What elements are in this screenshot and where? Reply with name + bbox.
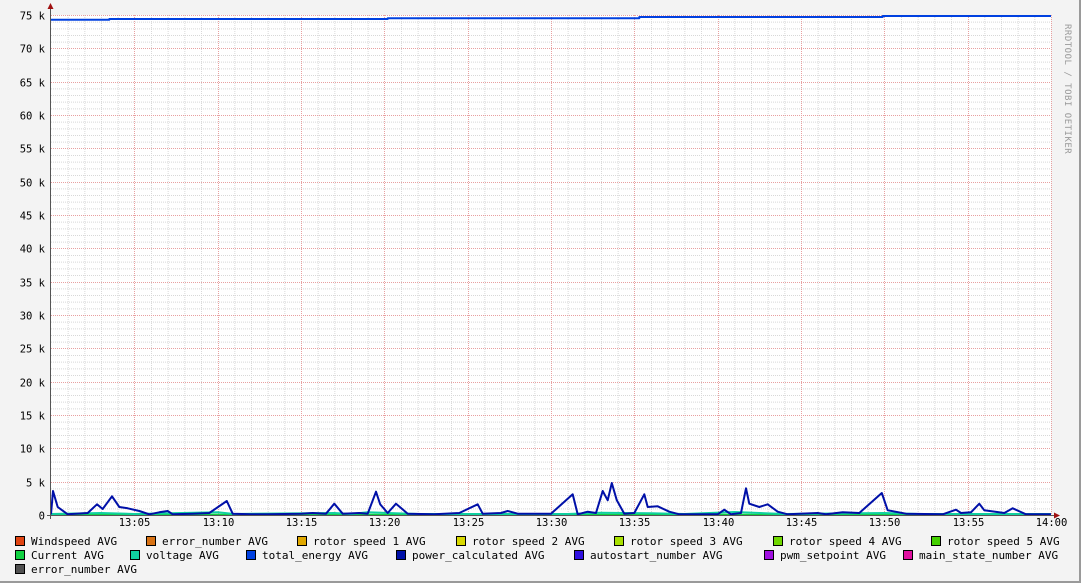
legend-label: rotor speed 5 AVG: [947, 535, 1060, 548]
legend-item: rotor speed 1 AVG: [297, 535, 426, 548]
legend-label: total_energy AVG: [262, 549, 368, 562]
x-tick-label: 13:20: [369, 517, 401, 529]
y-axis-arrow-icon: [47, 3, 54, 9]
y-tick-label: 0: [39, 511, 45, 523]
y-tick-label: 50 k: [20, 178, 46, 190]
legend-item: error_number AVG: [15, 563, 137, 576]
legend-item: rotor speed 5 AVG: [931, 535, 1060, 548]
legend-swatch: [15, 536, 25, 546]
y-tick-label: 65 k: [20, 78, 46, 90]
legend-swatch: [456, 536, 466, 546]
legend-item: error_number AVG: [146, 535, 268, 548]
x-tick-label: 13:35: [619, 517, 651, 529]
y-tick-label: 15 k: [20, 411, 46, 423]
y-tick-label: 20 k: [20, 378, 46, 390]
legend-label: pwm_setpoint AVG: [780, 549, 886, 562]
legend-swatch: [396, 550, 406, 560]
legend-label: Windspeed AVG: [31, 535, 118, 548]
x-tick-label: 13:40: [703, 517, 735, 529]
x-tick-label: 13:10: [203, 517, 235, 529]
legend-swatch: [15, 550, 25, 560]
legend-swatch: [931, 536, 941, 546]
legend-label: error_number AVG: [31, 563, 137, 576]
y-tick-label: 45 k: [20, 211, 46, 223]
y-tick-label: 25 k: [20, 344, 46, 356]
x-tick-label: 13:15: [286, 517, 318, 529]
x-tick-label: 14:00: [1036, 517, 1068, 529]
legend-label: autostart_number AVG: [590, 549, 723, 562]
y-tick-label: 70 k: [20, 44, 46, 56]
y-tick-label: 35 k: [20, 278, 46, 290]
y-tick-label: 10 k: [20, 444, 46, 456]
legend-item: total_energy AVG: [246, 549, 368, 562]
legend-swatch: [146, 536, 156, 546]
x-tick-label: 13:05: [119, 517, 151, 529]
legend-label: rotor speed 3 AVG: [630, 535, 743, 548]
x-tick-label: 13:25: [453, 517, 485, 529]
legend-swatch: [130, 550, 140, 560]
legend-swatch: [297, 536, 307, 546]
legend-label: power_calculated AVG: [412, 549, 545, 562]
legend-swatch: [574, 550, 584, 560]
y-tick-label: 30 k: [20, 311, 46, 323]
legend-item: main_state_number AVG: [903, 549, 1058, 562]
legend-swatch: [773, 536, 783, 546]
legend-item: rotor speed 3 AVG: [614, 535, 743, 548]
legend-swatch: [246, 550, 256, 560]
legend-item: Windspeed AVG: [15, 535, 117, 548]
y-tick-label: 55 k: [20, 144, 46, 156]
legend-label: error_number AVG: [162, 535, 268, 548]
legend-label: main_state_number AVG: [919, 549, 1059, 562]
legend-label: rotor speed 2 AVG: [472, 535, 585, 548]
legend-label: rotor speed 1 AVG: [313, 535, 426, 548]
legend-item: rotor speed 2 AVG: [456, 535, 585, 548]
legend-item: autostart_number AVG: [574, 549, 722, 562]
x-tick-label: 13:45: [786, 517, 818, 529]
x-tick-label: 13:50: [869, 517, 901, 529]
legend-label: Current AVG: [31, 549, 104, 562]
x-tick-label: 13:30: [536, 517, 568, 529]
rrdtool-watermark: RRDTOOL / TOBI OETIKER: [1062, 24, 1072, 155]
legend-swatch: [764, 550, 774, 560]
legend-item: power_calculated AVG: [396, 549, 544, 562]
x-tick-label: 13:55: [953, 517, 985, 529]
legend-item: pwm_setpoint AVG: [764, 549, 886, 562]
legend-label: voltage AVG: [146, 549, 219, 562]
legend-swatch: [903, 550, 913, 560]
legend-swatch: [15, 564, 25, 574]
y-tick-label: 60 k: [20, 111, 46, 123]
legend-item: Current AVG: [15, 549, 104, 562]
y-tick-label: 40 k: [20, 244, 46, 256]
y-tick-label: 75 k: [20, 11, 46, 23]
legend-item: voltage AVG: [130, 549, 219, 562]
rrd-chart: 13:05 13:10 13:15 13:20 13:25 13:30 13:35 13:40…: [20, 3, 1068, 529]
legend-label: rotor speed 4 AVG: [789, 535, 902, 548]
legend-swatch: [614, 536, 624, 546]
legend-item: rotor speed 4 AVG: [773, 535, 902, 548]
y-tick-label: 5 k: [26, 478, 46, 490]
